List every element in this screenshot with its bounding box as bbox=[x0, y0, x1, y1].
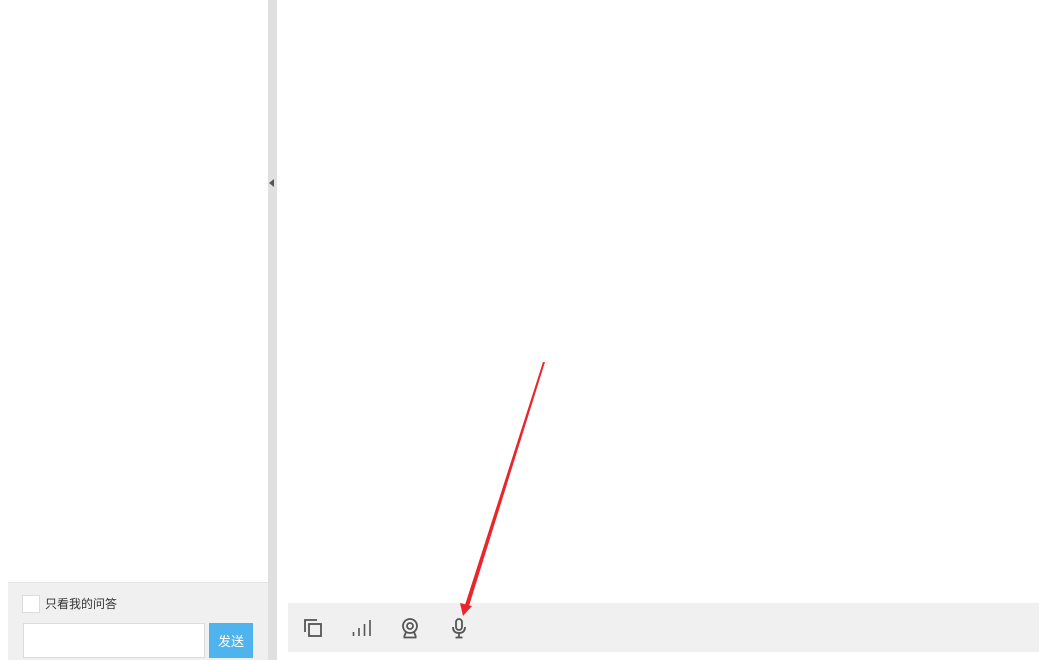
qa-footer: 只看我的问答 发送 bbox=[8, 582, 268, 660]
only-mine-checkbox[interactable] bbox=[22, 595, 40, 613]
qa-panel: 只看我的问答 发送 bbox=[0, 0, 268, 660]
media-toolbar bbox=[288, 603, 1039, 652]
triangle-left-icon[interactable] bbox=[269, 179, 274, 187]
send-button[interactable]: 发送 bbox=[209, 623, 253, 658]
webcam-icon[interactable] bbox=[397, 615, 423, 641]
only-mine-toggle[interactable]: 只看我的问答 bbox=[22, 594, 117, 614]
panel-splitter[interactable] bbox=[268, 0, 277, 660]
copy-screens-icon[interactable] bbox=[300, 615, 326, 641]
microphone-icon[interactable] bbox=[446, 615, 472, 641]
question-input[interactable] bbox=[23, 623, 205, 658]
main-content-area bbox=[277, 0, 1039, 660]
signal-bars-icon[interactable] bbox=[349, 615, 375, 641]
only-mine-label: 只看我的问答 bbox=[45, 597, 118, 611]
